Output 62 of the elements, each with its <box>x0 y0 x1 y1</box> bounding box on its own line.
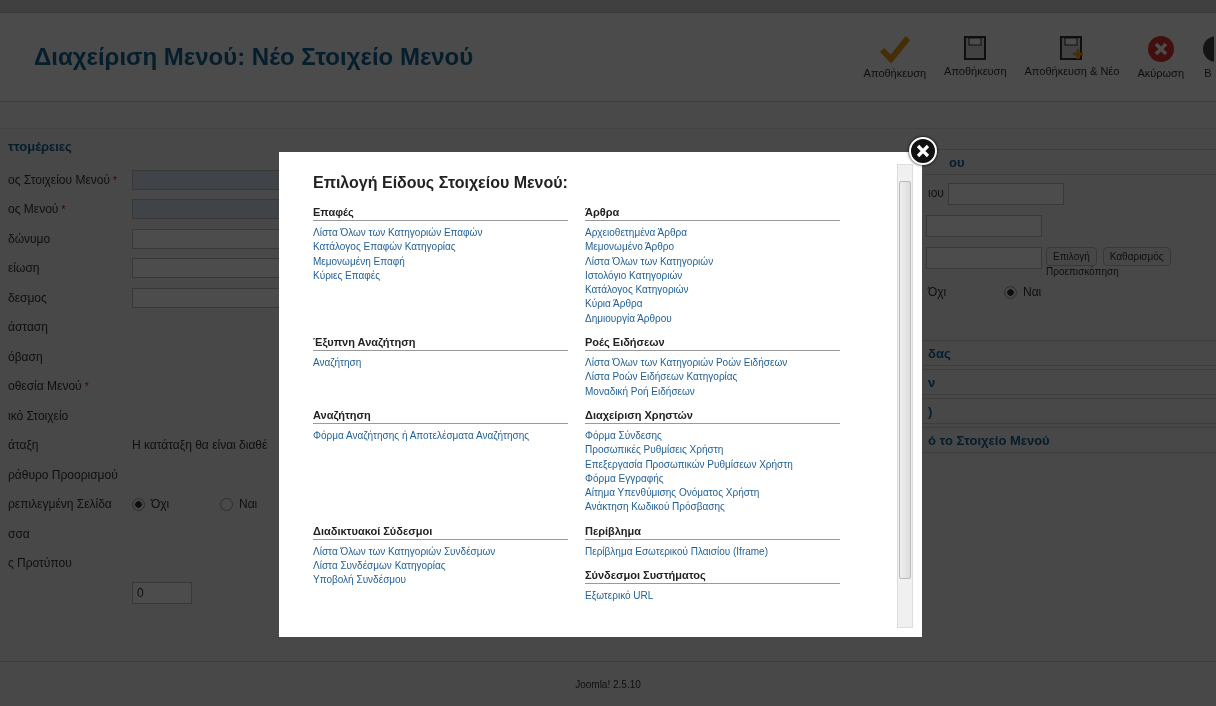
field-label: ιου <box>928 185 944 200</box>
menu-type-link[interactable]: Μεμονωμένη Επαφή <box>313 254 568 269</box>
menu-type-link[interactable]: Φόρμα Εγγραφής <box>585 471 840 487</box>
section-heading: Περίβλημα <box>585 524 840 540</box>
menu-type-link[interactable]: Λίστα Όλων των Κατηγοριών Επαφών <box>313 226 568 241</box>
menu-type-link[interactable]: Λίστα Όλων των Κατηγοριών <box>585 254 840 269</box>
section-heading: Σύνδεσμοι Συστήματος <box>585 569 840 585</box>
menu-type-link[interactable]: Κύριες Επαφές <box>313 268 568 284</box>
field-label: ράθυρο Προορισμού <box>8 467 119 482</box>
radio-label: Όχι <box>928 285 948 299</box>
menu-type-link[interactable]: Ιστολόγιο Κατηγοριών <box>585 268 840 284</box>
menu-type-link[interactable]: Λίστα Συνδέσμων Κατηγορίας <box>313 559 568 574</box>
section-heading: Διαδικτυακοί Σύδεσμοι <box>313 524 568 540</box>
field-label: ικό Στοιχείο <box>8 408 70 423</box>
section-heading: Έξυπνη Αναζήτηση <box>313 336 568 352</box>
field-note: Η κατάταξη θα είναι διαθέ <box>132 438 268 453</box>
fieldset-legend: ττομέρειες <box>8 139 905 165</box>
scrollbar[interactable] <box>897 164 913 628</box>
field-label: ος Στοιχείου Μενού * <box>8 172 118 187</box>
field-label: είωση <box>8 261 41 276</box>
radio-label: Ναι <box>239 497 258 512</box>
menu-type-link[interactable]: Κατάλογος Επαφών Κατηγορίας <box>313 240 568 255</box>
menu-type-link[interactable]: Αναζήτηση <box>313 356 568 371</box>
field-label: ρεπιλεγμένη Σελίδα <box>8 497 113 512</box>
menu-type-link[interactable]: Λίστα Ροών Ειδήσεων Κατηγορίας <box>585 370 840 385</box>
menu-type-link[interactable]: Λίστα Όλων των Κατηγοριών Ροών Ειδήσεων <box>585 356 840 371</box>
preview-label: Προεπισκόπηση <box>1046 266 1120 277</box>
field-label: ς Προτύπου <box>8 556 73 571</box>
menu-type-link[interactable]: Λίστα Όλων των Κατηγοριών Συνδέσμων <box>313 544 568 560</box>
menu-type-link[interactable]: Αρχειοθετημένα Άρθρα <box>585 226 840 241</box>
menu-type-link[interactable]: Φόρμα Αναζήτησης ή Αποτελέσματα Αναζήτησης <box>313 428 568 444</box>
menu-type-link[interactable]: Περίβλημα Εσωτερικού Πλαισίου (Iframe) <box>585 544 840 560</box>
radio-label: Όχι <box>151 497 170 512</box>
section-heading: Επαφές <box>313 206 568 221</box>
menu-type-link[interactable]: Φόρμα Σύνδεσης <box>585 428 840 444</box>
section-heading: Αναζήτηση <box>313 408 568 424</box>
menu-type-link[interactable]: Προσωπικές Ρυθμίσεις Χρήστη <box>585 443 840 458</box>
menu-type-link[interactable]: Μεμονωμένο Άρθρο <box>585 240 840 255</box>
field-label: όβαση <box>8 349 44 364</box>
section-heading: Ροές Ειδήσεων <box>585 336 840 352</box>
menu-type-link[interactable]: Επεξεργασία Προσωπικών Ρυθμίσεων Χρήστη <box>585 457 840 472</box>
field-label: δεσμος <box>8 290 48 305</box>
section-heading: Διαχείριση Χρηστών <box>585 408 840 424</box>
menu-type-link[interactable]: Δημιουργία Άρθρου <box>585 311 840 327</box>
field-label: οθεσία Μενού * <box>8 379 90 394</box>
section-heading: Άρθρα <box>585 206 840 221</box>
field-label: ος Μενού * <box>8 202 67 217</box>
menu-type-link[interactable]: Εξωτερικό URL <box>585 589 840 604</box>
page-title: Διαχείριση Μενού: Νέο Στοιχείο Μενού <box>34 43 474 71</box>
field-label: άταξη <box>8 438 40 453</box>
close-icon <box>916 144 930 158</box>
menu-type-link[interactable]: Κατάλογος Κατηγοριών <box>585 283 840 298</box>
menu-type-link[interactable]: Μοναδική Ροή Ειδήσεων <box>585 384 840 399</box>
field-label: άσταση <box>8 320 49 335</box>
menu-type-link[interactable]: Ανάκτηση Κωδικού Πρόσβασης <box>585 500 840 515</box>
field-label: δώνυμο <box>8 231 52 246</box>
field-label: σσα <box>8 526 31 541</box>
menu-type-link[interactable]: Κύρια Άρθρα <box>585 297 840 312</box>
menu-type-link[interactable]: Αίτημα Υπενθύμισης Ονόματος Χρήστη <box>585 486 840 501</box>
modal-title: Επιλογή Είδους Στοιχείου Μενού: <box>313 174 569 192</box>
radio-label: Ναι <box>1023 285 1042 299</box>
menu-type-link[interactable]: Υποβολή Συνδέσμου <box>313 573 568 588</box>
